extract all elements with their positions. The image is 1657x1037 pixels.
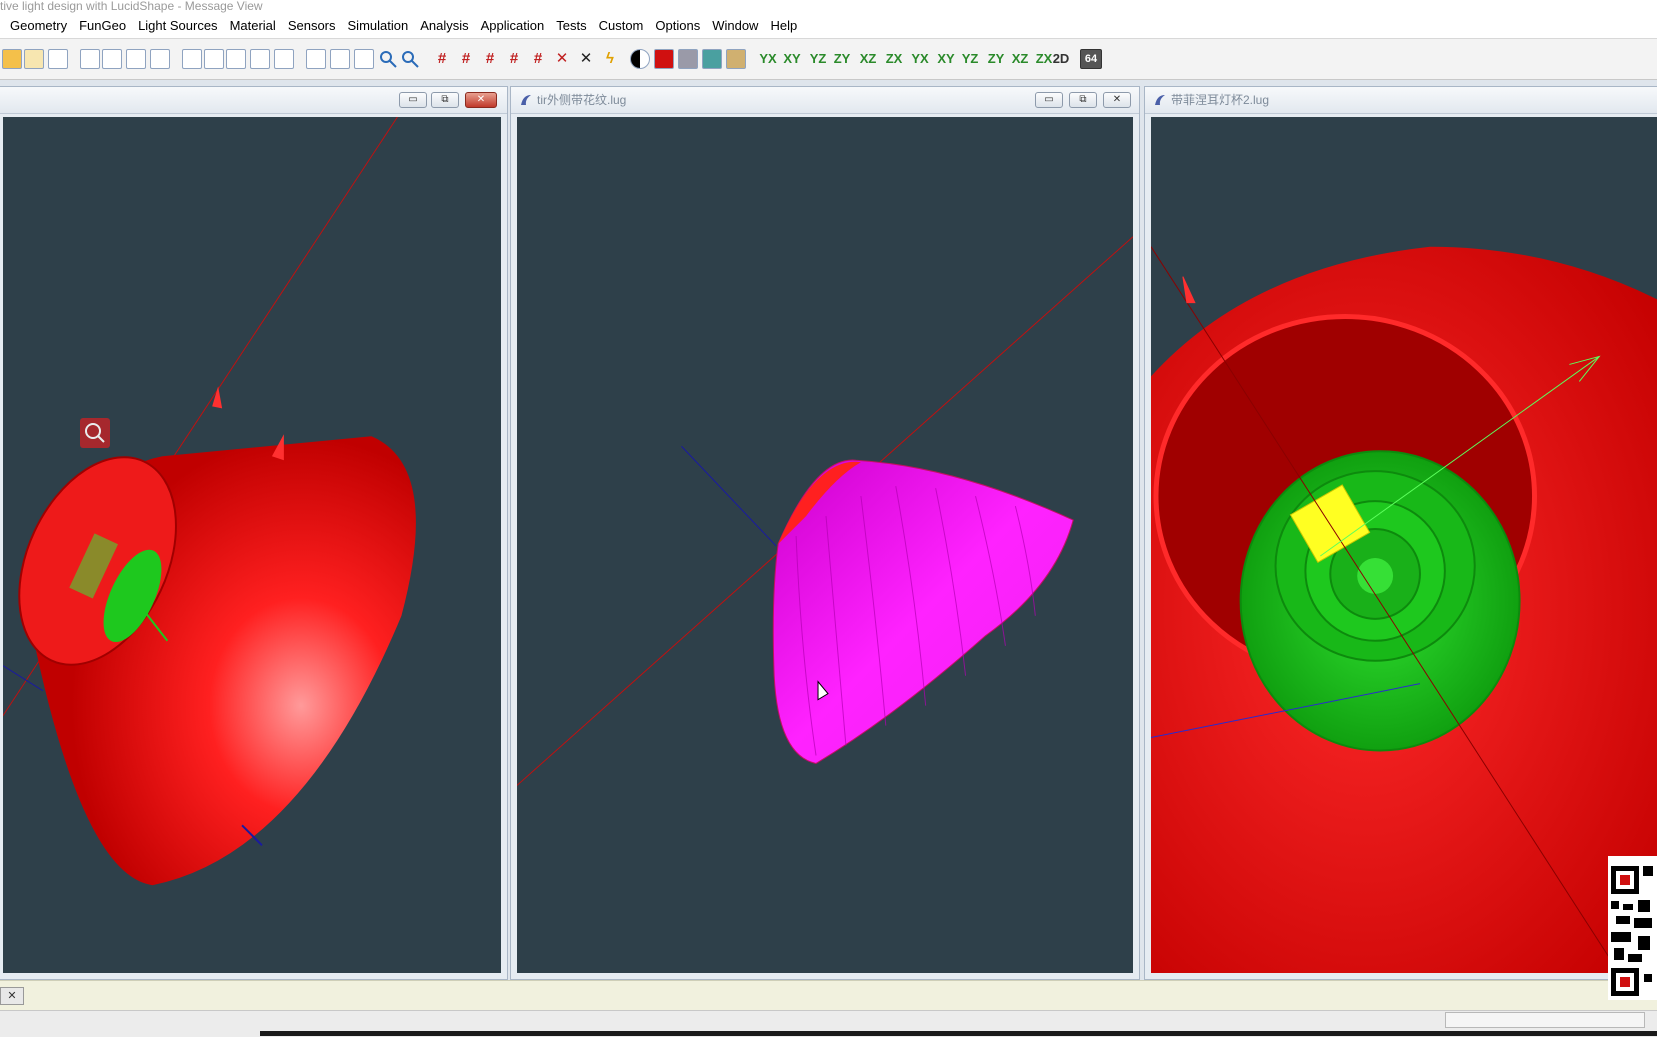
view-xy2-icon[interactable]: XY bbox=[936, 49, 956, 69]
grid-icon[interactable]: # bbox=[456, 49, 476, 69]
close-button[interactable]: ✕ bbox=[1103, 92, 1131, 108]
taskbar-edge bbox=[260, 1031, 1657, 1036]
solid-color-icon[interactable] bbox=[654, 49, 674, 69]
window-cascade-icon[interactable] bbox=[80, 49, 100, 69]
menu-simulation[interactable]: Simulation bbox=[342, 14, 415, 38]
3d-viewport[interactable] bbox=[3, 117, 501, 973]
window-title: ctive light design with LucidShape - Mes… bbox=[0, 0, 1657, 14]
document-title-bar[interactable]: ▭ ⧉ ✕ bbox=[0, 87, 507, 114]
restore-button[interactable]: ⧉ bbox=[431, 92, 459, 108]
menu-window[interactable]: Window bbox=[706, 14, 764, 38]
3d-viewport[interactable] bbox=[517, 117, 1133, 973]
grid-g-icon[interactable]: # bbox=[432, 49, 452, 69]
zoom-all-icon[interactable] bbox=[354, 49, 374, 69]
zoom-out-icon[interactable] bbox=[400, 49, 420, 69]
qr-code-icon bbox=[1611, 866, 1653, 996]
horizontal-scrollbar[interactable] bbox=[1445, 1012, 1645, 1028]
view-xz-icon[interactable]: XZ bbox=[858, 49, 878, 69]
close-button[interactable]: ✕ bbox=[465, 92, 497, 108]
menu-help[interactable]: Help bbox=[764, 14, 803, 38]
document-icon bbox=[521, 95, 531, 105]
zoom-in-icon[interactable] bbox=[378, 49, 398, 69]
tools-icon[interactable]: ✕ bbox=[576, 49, 596, 69]
3d-scene-fresnel-reflector bbox=[1151, 246, 1657, 973]
document-window-1[interactable]: ▭ ⧉ ✕ bbox=[0, 86, 508, 980]
restore-button[interactable]: ⧉ bbox=[1069, 92, 1097, 108]
chart-icon[interactable] bbox=[182, 49, 202, 69]
menu-analysis[interactable]: Analysis bbox=[414, 14, 474, 38]
lightning-icon[interactable]: ϟ bbox=[600, 49, 620, 69]
view-zy2-icon[interactable]: ZY bbox=[986, 49, 1006, 69]
view-zx-icon[interactable]: ZX bbox=[884, 49, 904, 69]
view-yx-icon[interactable]: YX bbox=[758, 49, 778, 69]
document-window-2[interactable]: tir外侧带花纹.lug ▭ ⧉ ✕ bbox=[510, 86, 1140, 980]
view-3d-icon[interactable] bbox=[204, 49, 224, 69]
view-2d-button[interactable]: 2D bbox=[1048, 49, 1074, 69]
document-icon bbox=[1155, 95, 1165, 105]
window-tile-horizontal-icon[interactable] bbox=[126, 49, 146, 69]
document-title: 带菲涅耳灯杯2.lug bbox=[1171, 93, 1270, 107]
window-tile-vertical-icon[interactable] bbox=[102, 49, 122, 69]
cube-icon[interactable] bbox=[702, 49, 722, 69]
menu-geometry[interactable]: Geometry bbox=[4, 14, 73, 38]
menu-fungeo[interactable]: FunGeo bbox=[73, 14, 132, 38]
material-icon[interactable] bbox=[726, 49, 746, 69]
menu-tests[interactable]: Tests bbox=[550, 14, 592, 38]
shading-icon[interactable] bbox=[630, 49, 650, 69]
3d-viewport[interactable] bbox=[1151, 117, 1657, 973]
view-yz-icon[interactable]: YZ bbox=[808, 49, 828, 69]
menu-light-sources[interactable]: Light Sources bbox=[132, 14, 224, 38]
minimize-button[interactable]: ▭ bbox=[1035, 92, 1063, 108]
qr-code-overlay bbox=[1608, 856, 1657, 1000]
search-icon bbox=[85, 423, 105, 443]
menu-sensors[interactable]: Sensors bbox=[282, 14, 342, 38]
view-yx2-icon[interactable]: YX bbox=[910, 49, 930, 69]
zoom-fit-icon[interactable] bbox=[330, 49, 350, 69]
message-view-bar: ✕ bbox=[0, 980, 1657, 1011]
search-badge[interactable] bbox=[80, 418, 110, 448]
window-arrange-icon[interactable] bbox=[150, 49, 170, 69]
document-title-bar[interactable]: tir外侧带花纹.lug ▭ ⧉ ✕ bbox=[511, 87, 1139, 114]
open-recent-icon[interactable] bbox=[24, 49, 44, 69]
view-yz2-icon[interactable]: YZ bbox=[960, 49, 980, 69]
grid-r-icon[interactable]: # bbox=[528, 49, 548, 69]
minimize-button[interactable]: ▭ bbox=[399, 92, 427, 108]
wireframe-icon[interactable] bbox=[678, 49, 698, 69]
menu-application[interactable]: Application bbox=[475, 14, 551, 38]
menu-options[interactable]: Options bbox=[649, 14, 706, 38]
3d-scene-cone-reflector bbox=[3, 117, 416, 886]
grid-b-icon[interactable]: # bbox=[504, 49, 524, 69]
view-xz2-icon[interactable]: XZ bbox=[1010, 49, 1030, 69]
grid-delete-icon[interactable]: ✕ bbox=[552, 49, 572, 69]
view-xy-icon[interactable]: XY bbox=[782, 49, 802, 69]
toolbar: # # # # # ✕ ✕ ϟ YX XY YZ ZY XZ ZX YX XY … bbox=[0, 38, 1657, 80]
print-icon[interactable] bbox=[48, 49, 68, 69]
zoom-box-icon[interactable] bbox=[306, 49, 326, 69]
3d-scene-tir-lens bbox=[517, 236, 1133, 786]
document-title-bar[interactable]: 带菲涅耳灯杯2.lug bbox=[1145, 87, 1657, 114]
menu-bar: Geometry FunGeo Light Sources Material S… bbox=[0, 14, 1657, 38]
64bit-button[interactable]: 64 bbox=[1080, 49, 1102, 69]
document-title: tir外侧带花纹.lug bbox=[537, 93, 627, 107]
message-view-close-button[interactable]: ✕ bbox=[0, 987, 24, 1005]
view-zy-icon[interactable]: ZY bbox=[832, 49, 852, 69]
open-icon[interactable] bbox=[2, 49, 22, 69]
document-window-3[interactable]: 带菲涅耳灯杯2.lug bbox=[1144, 86, 1657, 980]
menu-material[interactable]: Material bbox=[224, 14, 282, 38]
grid-m-icon[interactable]: # bbox=[480, 49, 500, 69]
menu-custom[interactable]: Custom bbox=[593, 14, 650, 38]
sensor-view-icon[interactable] bbox=[250, 49, 270, 69]
table-view-icon[interactable] bbox=[274, 49, 294, 69]
ray-view-icon[interactable] bbox=[226, 49, 246, 69]
